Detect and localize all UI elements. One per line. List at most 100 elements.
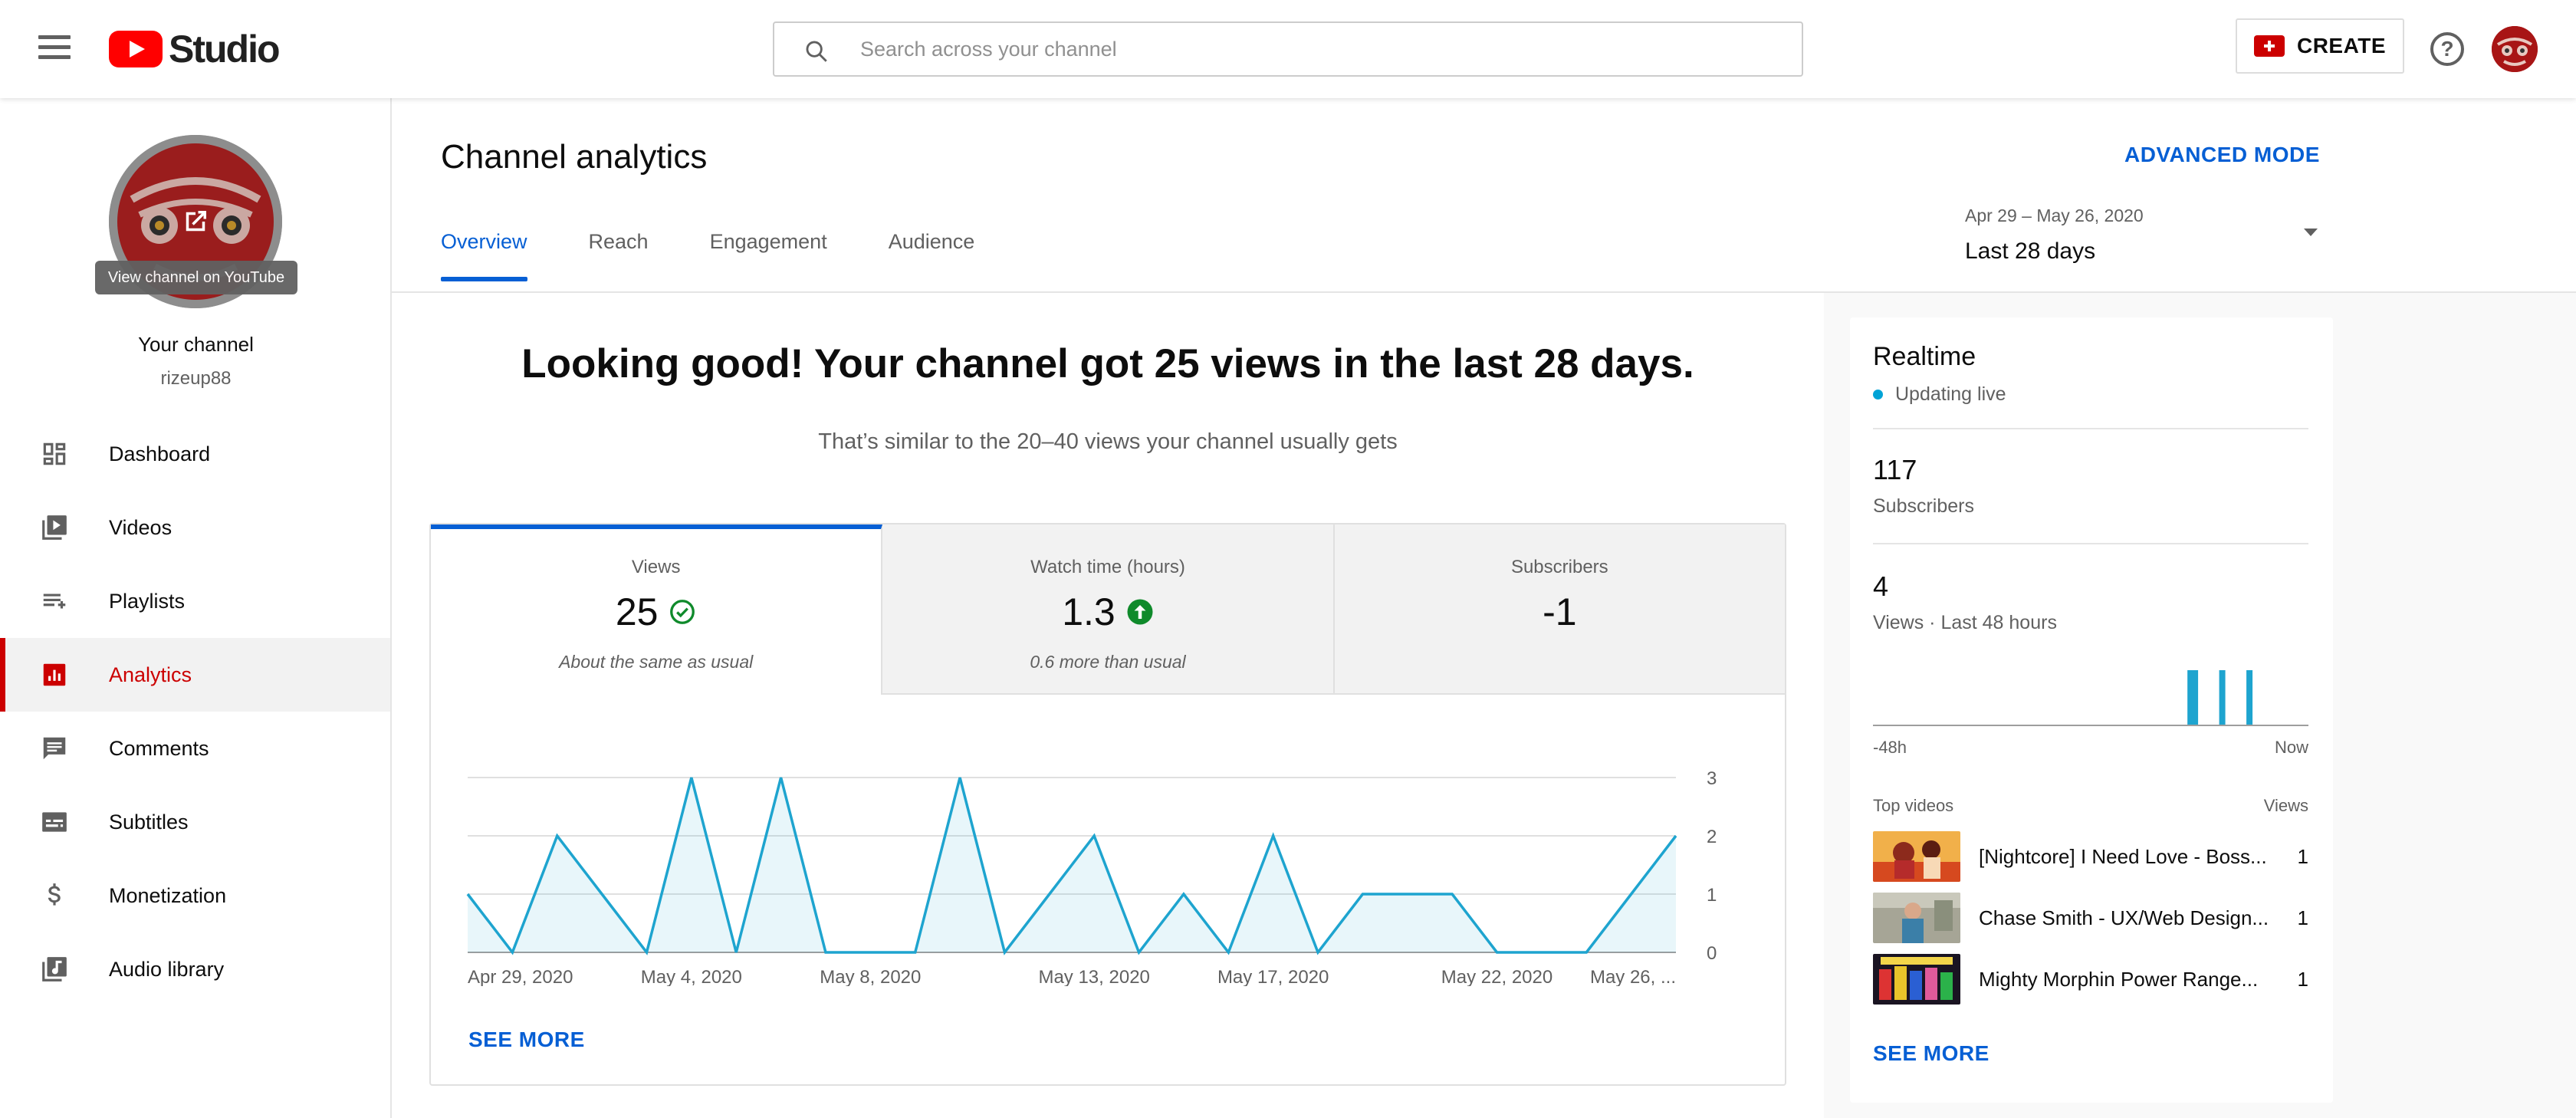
search-box[interactable] <box>773 21 1803 77</box>
create-button-label: CREATE <box>2296 34 2387 58</box>
create-video-icon <box>2253 35 2285 57</box>
metrics-card: Views 25 About the same as usual Watch t… <box>429 523 1786 1086</box>
see-more-button[interactable]: SEE MORE <box>468 1028 585 1052</box>
spark-axis-start: -48h <box>1873 738 1907 757</box>
metric-title: Subscribers <box>1510 557 1608 577</box>
y-tick-label: 1 <box>1707 885 1717 906</box>
metric-title: Watch time (hours) <box>1030 557 1185 577</box>
tab-reach[interactable]: Reach <box>589 230 649 275</box>
realtime-title: Realtime <box>1873 342 1976 371</box>
studio-logo-text: Studio <box>169 28 281 71</box>
metric-title: Views <box>631 557 681 577</box>
overview-panel: Looking good! Your channel got 25 views … <box>392 293 1824 1118</box>
youtube-play-icon <box>109 31 163 67</box>
x-tick-label: Apr 29, 2020 <box>468 967 573 986</box>
tab-overview[interactable]: Overview <box>441 230 527 281</box>
sidebar-item-label: Playlists <box>109 589 186 613</box>
sidebar-item-label: Monetization <box>109 883 227 907</box>
sidebar-item-playlists[interactable]: Playlists <box>0 564 390 638</box>
sidebar-item-monetization[interactable]: Monetization <box>0 859 390 932</box>
search-input[interactable] <box>860 37 1704 61</box>
divider <box>1873 543 2308 544</box>
top-videos-label: Top videos <box>1873 796 1954 815</box>
audio-library-icon <box>38 953 71 985</box>
tab-audience[interactable]: Audience <box>889 230 975 275</box>
sidebar-item-label: Subtitles <box>109 810 189 834</box>
videos-icon <box>38 511 71 544</box>
metric-tab-watch-time[interactable]: Watch time (hours) 1.3 0.6 more than usu… <box>882 524 1335 695</box>
sidebar-nav: Dashboard Videos Playlists Analytics Com… <box>0 417 390 1006</box>
external-link-icon <box>186 211 206 232</box>
metric-note: 0.6 more than usual <box>1030 652 1186 672</box>
view-channel-tooltip[interactable]: View channel on YouTube <box>95 261 297 294</box>
create-button[interactable]: CREATE <box>2236 18 2404 74</box>
overview-subline: That’s similar to the 20–40 views your c… <box>818 429 1398 454</box>
playlists-icon <box>38 585 71 617</box>
views-label: Views · Last 48 hours <box>1873 612 2057 633</box>
date-range-select[interactable]: Apr 29 – May 26, 2020 Last 28 days <box>1965 206 2333 275</box>
analytics-tabs: Overview Reach Engagement Audience <box>441 230 1036 281</box>
tab-engagement[interactable]: Engagement <box>710 230 827 275</box>
top-video-row[interactable]: Chase Smith - UX/Web Design... 1 <box>1873 893 2308 943</box>
live-label: Updating live <box>1895 383 2006 405</box>
metric-value: 25 <box>615 590 659 633</box>
sidebar-item-videos[interactable]: Videos <box>0 491 390 564</box>
channel-handle: rizeup88 <box>160 368 232 389</box>
x-tick-label: May 8, 2020 <box>820 967 921 986</box>
top-app-bar: Studio CREATE ? <box>0 0 2576 98</box>
spark-axis-end: Now <box>2274 738 2308 757</box>
sidebar-item-comments[interactable]: Comments <box>0 712 390 785</box>
metric-tab-views[interactable]: Views 25 About the same as usual <box>431 524 883 695</box>
live-dot-icon <box>1873 390 1883 400</box>
realtime-bar <box>2192 670 2199 725</box>
x-tick-label: May 13, 2020 <box>1038 967 1149 986</box>
video-title: Chase Smith - UX/Web Design... <box>1979 906 2269 929</box>
analytics-icon <box>38 659 71 691</box>
video-views: 1 <box>2297 906 2308 929</box>
channel-title: Your channel <box>138 333 254 356</box>
top-video-row[interactable]: [Nightcore] I Need Love - Boss... 1 <box>1873 831 2308 882</box>
video-title: Mighty Morphin Power Range... <box>1979 967 2259 991</box>
metric-tab-subscribers[interactable]: Subscribers -1 <box>1334 524 1785 695</box>
y-tick-label: 2 <box>1707 827 1717 847</box>
realtime-bar-chart <box>1873 670 2308 726</box>
help-icon[interactable]: ? <box>2430 32 2464 66</box>
video-views: 1 <box>2297 844 2308 868</box>
menu-icon[interactable] <box>38 35 71 63</box>
check-circle-icon <box>670 600 695 624</box>
realtime-card: Realtime Updating live 117 Subscribers 4… <box>1850 317 2333 1103</box>
metric-tabs: Views 25 About the same as usual Watch t… <box>431 524 1785 695</box>
studio-logo[interactable]: Studio <box>109 28 281 71</box>
page-title: Channel analytics <box>441 138 708 176</box>
sidebar-item-dashboard[interactable]: Dashboard <box>0 417 390 491</box>
top-video-row[interactable]: Mighty Morphin Power Range... 1 <box>1873 954 2308 1005</box>
search-icon[interactable] <box>803 38 830 64</box>
x-tick-label: May 4, 2020 <box>641 967 742 986</box>
x-tick-label: May 17, 2020 <box>1217 967 1329 986</box>
video-views: 1 <box>2297 967 2308 991</box>
sidebar-item-analytics[interactable]: Analytics <box>0 638 390 712</box>
metric-value: 1.3 <box>1062 590 1116 633</box>
sidebar: View channel on YouTube Your channel riz… <box>0 98 392 1118</box>
sidebar-item-audio-library[interactable]: Audio library <box>0 932 390 1006</box>
advanced-mode-link[interactable]: ADVANCED MODE <box>2124 143 2320 167</box>
y-tick-label: 0 <box>1707 943 1717 964</box>
subscribers-count: 117 <box>1873 454 1917 485</box>
realtime-bar <box>2246 670 2253 725</box>
realtime-see-more-button[interactable]: SEE MORE <box>1873 1041 1990 1066</box>
account-avatar[interactable] <box>2492 26 2538 72</box>
metric-note: About the same as usual <box>559 652 754 672</box>
sidebar-item-subtitles[interactable]: Subtitles <box>0 785 390 859</box>
live-status: Updating live <box>1873 383 2006 406</box>
sidebar-item-label: Analytics <box>109 663 192 686</box>
arrow-up-circle-icon <box>1127 599 1153 625</box>
subtitles-icon <box>38 806 71 838</box>
realtime-bar <box>2219 670 2226 725</box>
views-chart-svg: 0 1 2 3 Apr 29, 2020 May 4, 2020 May 8, 2020 Ma… <box>466 768 1717 988</box>
views-count: 4 <box>1873 571 1889 602</box>
views-column-label: Views <box>2263 796 2308 815</box>
sidebar-item-label: Videos <box>109 515 172 539</box>
date-range-label: Last 28 days <box>1965 238 2096 264</box>
subscribers-label: Subscribers <box>1873 495 1974 517</box>
page-header: Channel analytics ADVANCED MODE Overview… <box>392 98 2576 293</box>
